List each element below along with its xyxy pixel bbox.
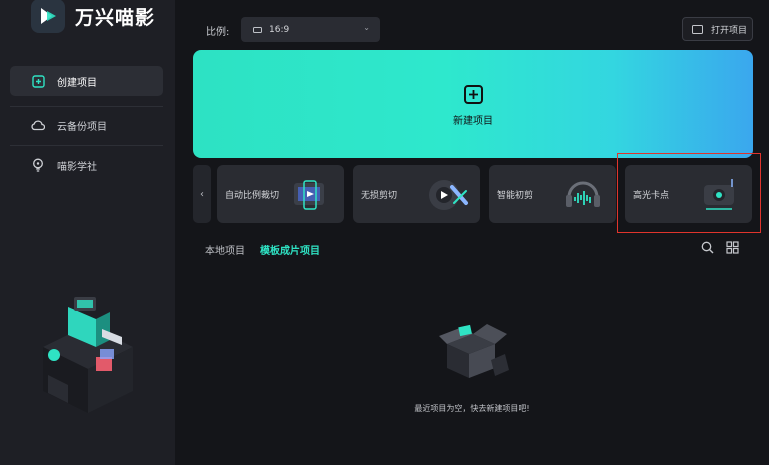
empty-box-icon <box>439 324 509 378</box>
cloud-icon <box>31 118 45 132</box>
tool-card-smart-cut[interactable]: 智能初剪 <box>489 165 616 223</box>
divider <box>10 145 163 146</box>
sidebar-item-label: 创建项目 <box>57 77 97 89</box>
sidebar-item-create-project[interactable]: 创建项目 <box>10 66 163 96</box>
open-project-label: 打开项目 <box>711 25 748 36</box>
tool-card-label: 自动比例裁切 <box>225 190 280 201</box>
smart-cut-icon <box>566 181 600 207</box>
tool-card-lossless-cut[interactable]: 无损剪切 <box>353 165 480 223</box>
tab-template-projects[interactable]: 模板成片项目 <box>260 242 320 257</box>
ratio-select[interactable]: 16:9 ⌄ <box>241 17 380 42</box>
plus-icon <box>463 85 483 104</box>
sidebar-item-academy[interactable]: 喵影学社 <box>10 150 163 180</box>
ratio-value: 16:9 <box>269 24 290 35</box>
tool-card-auto-reframe[interactable]: 自动比例裁切 <box>217 165 344 223</box>
open-project-button[interactable]: 打开项目 <box>682 17 753 41</box>
sidebar-item-label: 云备份项目 <box>57 121 107 133</box>
carousel-prev-button[interactable]: ‹ <box>193 165 211 223</box>
tool-card-label: 智能初剪 <box>497 190 534 201</box>
ratio-label: 比例: <box>206 27 230 38</box>
grid-view-icon[interactable] <box>726 241 739 254</box>
new-project-button[interactable]: 新建项目 <box>193 50 753 158</box>
sidebar-item-cloud-backup[interactable]: 云备份项目 <box>10 110 163 140</box>
studio-illustration <box>43 297 133 413</box>
folder-icon <box>692 24 703 34</box>
auto-reframe-icon <box>294 180 324 210</box>
new-project-label: 新建项目 <box>453 116 493 127</box>
empty-state-text-wrap: 最近项目为空，快去新建项目吧! <box>0 403 769 414</box>
search-icon[interactable] <box>701 241 714 254</box>
sidebar: 万兴喵影 创建项目 云备份项目 喵影学社 <box>0 0 175 465</box>
aspect-ratio-icon <box>253 26 262 33</box>
chevron-down-icon: ⌄ <box>363 23 370 32</box>
empty-state-message: 最近项目为空，快去新建项目吧! <box>414 404 530 413</box>
tool-card-label: 无损剪切 <box>361 190 398 201</box>
app-logo-icon <box>31 0 65 33</box>
app-name: 万兴喵影 <box>75 6 156 29</box>
highlight-annotation-box <box>617 153 761 233</box>
lightbulb-icon <box>31 158 45 172</box>
lossless-cut-icon <box>429 180 468 210</box>
divider <box>10 106 163 107</box>
sidebar-item-label: 喵影学社 <box>57 161 97 173</box>
plus-square-icon <box>31 74 45 88</box>
brand: 万兴喵影 <box>31 0 155 36</box>
tab-local-projects[interactable]: 本地项目 <box>205 242 245 257</box>
